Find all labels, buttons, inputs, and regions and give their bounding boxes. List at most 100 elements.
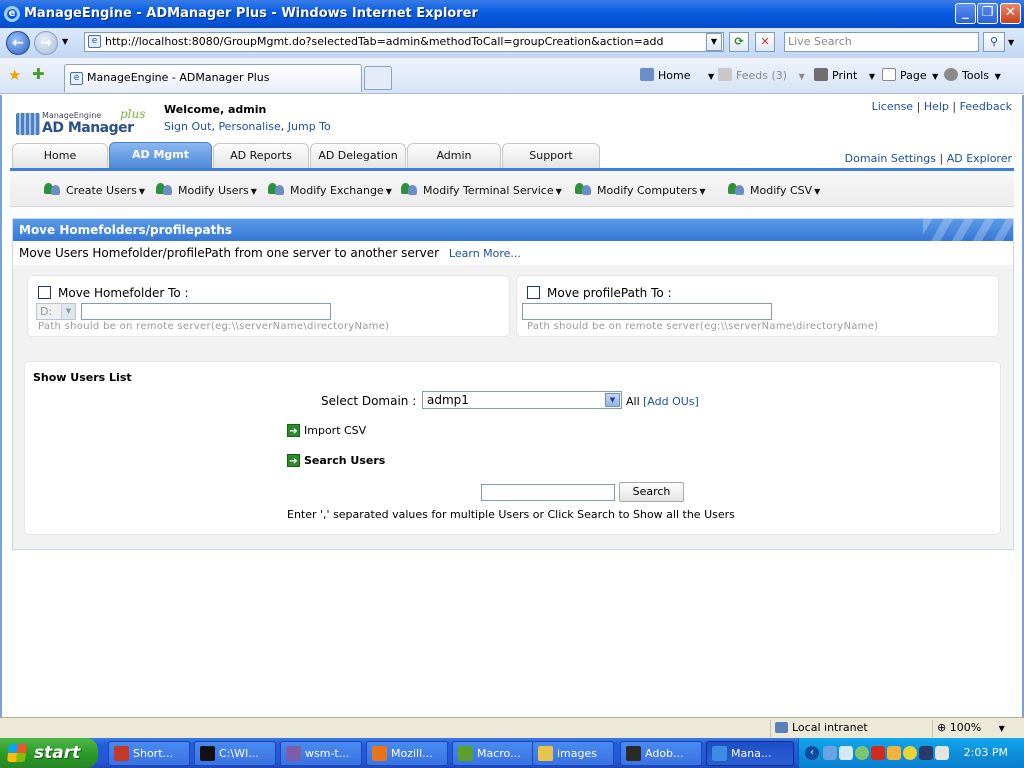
window-title-bar: e ManageEngine - ADManager Plus - Window… [0, 0, 1024, 28]
volume-icon[interactable] [839, 746, 853, 760]
zoom-icon: ⊕ [937, 721, 947, 734]
users-icon [44, 182, 62, 196]
admanager-logo: ManageEngine AD Manager plus [16, 107, 146, 147]
personalise-link[interactable]: Personalise [218, 120, 280, 133]
start-button[interactable]: start [0, 738, 98, 768]
maximize-button[interactable]: ❐ [977, 3, 998, 24]
antivirus-icon[interactable] [871, 746, 885, 760]
app-icon [626, 746, 641, 761]
home-button[interactable]: Home ▼ [640, 68, 714, 82]
top-links: License | Help | Feedback [872, 100, 1012, 113]
live-search-input[interactable]: Live Search [784, 32, 979, 52]
show-users-list-box: Show Users List Select Domain : admp1 ▼ … [24, 361, 1001, 535]
forward-button[interactable]: → [34, 31, 58, 55]
tab-ad-mgmt[interactable]: AD Mgmt [109, 142, 212, 170]
license-link[interactable]: License [872, 100, 913, 113]
favorites-star-icon[interactable]: ★ [8, 66, 21, 84]
homefolder-hint: Path should be on remote server(eg:\\ser… [38, 321, 390, 332]
app-icon [114, 746, 129, 761]
domain-settings-link[interactable]: Domain Settings [845, 152, 936, 165]
security-shield-icon[interactable] [903, 746, 917, 760]
tab-admin[interactable]: Admin [407, 143, 501, 168]
taskbar-item-label: Mana... [731, 747, 772, 760]
learn-more-link[interactable]: Learn More... [449, 247, 521, 260]
submenu-modify-terminal-service[interactable]: Modify Terminal Service ▼ [401, 182, 562, 197]
taskbar-item[interactable]: Mozill... [366, 741, 448, 766]
taskbar-item[interactable]: images [532, 741, 614, 766]
history-dropdown-icon[interactable]: ▼ [62, 37, 68, 46]
window-title: ManageEngine - ADManager Plus - Windows … [24, 6, 478, 21]
chevron-down-icon: ▼ [605, 393, 620, 407]
taskbar-item[interactable]: Mana... [706, 741, 794, 766]
back-button[interactable]: ← [6, 31, 30, 55]
submenu-modify-computers[interactable]: Modify Computers ▼ [575, 182, 706, 197]
sign-out-link[interactable]: Sign Out [164, 120, 211, 133]
stop-button[interactable]: ✕ [755, 32, 775, 52]
update-icon[interactable] [887, 746, 901, 760]
comma: , [211, 120, 215, 133]
close-button[interactable]: ✕ [1000, 3, 1021, 24]
feeds-button[interactable]: Feeds (3) ▼ [718, 68, 805, 82]
page-menu-button[interactable]: Page ▼ [882, 68, 938, 82]
messenger-icon[interactable] [855, 746, 869, 760]
audio-meter-icon[interactable] [919, 746, 933, 760]
drive-value: D: [40, 305, 53, 318]
address-dropdown-button[interactable]: ▼ [706, 33, 722, 51]
user-links: Sign Out, Personalise, Jump To [164, 120, 331, 133]
search-users-input[interactable] [481, 484, 615, 501]
submenu-modify-csv[interactable]: Modify CSV ▼ [728, 182, 820, 197]
search-help-text: Enter ',' separated values for multiple … [287, 508, 735, 521]
jump-to-link[interactable]: Jump To [288, 120, 331, 133]
taskbar-item[interactable]: wsm-t... [280, 741, 362, 766]
home-icon [640, 68, 654, 81]
taskbar-item[interactable]: C:\WI... [194, 741, 276, 766]
chevron-left-icon[interactable]: ‹ [805, 746, 819, 760]
intranet-icon [775, 722, 788, 733]
import-csv-label: Import CSV [304, 424, 367, 437]
submenu-create-users[interactable]: Create Users ▼ [44, 182, 145, 197]
display-icon[interactable] [935, 746, 949, 760]
logo-product: AD Manager [42, 120, 134, 136]
chevron-down-icon: ▼ [61, 304, 75, 319]
page-label: Page [900, 69, 927, 82]
import-csv-link[interactable]: ➔ Import CSV [287, 424, 366, 437]
tab-home[interactable]: Home [12, 143, 108, 168]
move-profilepath-checkbox[interactable] [527, 286, 540, 299]
homefolder-path-input[interactable] [81, 303, 331, 320]
tab-ad-delegation[interactable]: AD Delegation [310, 143, 406, 168]
address-bar[interactable]: e http://localhost:8080/GroupMgmt.do?sel… [84, 32, 724, 52]
submenu-modify-users[interactable]: Modify Users ▼ [156, 182, 257, 197]
profilepath-input[interactable] [522, 303, 772, 320]
browser-tab[interactable]: e ManageEngine - ADManager Plus [64, 64, 362, 92]
feedback-link[interactable]: Feedback [960, 100, 1012, 113]
zoom-control[interactable]: ⊕ 100% ▼ [932, 720, 1022, 737]
move-homefolder-checkbox[interactable] [38, 286, 51, 299]
add-favorite-icon[interactable]: ✚ [32, 65, 45, 83]
help-link[interactable]: Help [924, 100, 949, 113]
header-decoration [923, 219, 1013, 241]
ad-explorer-link[interactable]: AD Explorer [947, 152, 1012, 165]
taskbar-item[interactable]: Adob... [620, 741, 702, 766]
status-bar: Local intranet ⊕ 100% ▼ [0, 717, 1024, 738]
search-icon[interactable]: ⚲ [983, 32, 1005, 52]
tab-support[interactable]: Support [502, 143, 600, 168]
add-ous-link[interactable]: [Add OUs] [643, 395, 699, 408]
app-icon [286, 746, 301, 761]
submenu-modify-exchange[interactable]: Modify Exchange ▼ [268, 182, 392, 197]
drive-select[interactable]: D: ▼ [36, 303, 76, 320]
taskbar-item[interactable]: Macro... [452, 741, 534, 766]
tab-ad-reports[interactable]: AD Reports [213, 143, 309, 168]
print-button[interactable]: Print ▼ [814, 68, 875, 82]
network-icon[interactable] [823, 746, 837, 760]
taskbar-item[interactable]: Short... [108, 741, 190, 766]
refresh-button[interactable]: ⟳ [729, 32, 749, 52]
search-options-icon[interactable]: ▼ [1008, 38, 1014, 47]
new-tab-button[interactable] [364, 66, 392, 90]
search-users-link[interactable]: ➔ Search Users [287, 454, 385, 467]
submenu-label: Modify Terminal Service [423, 184, 554, 197]
domain-select[interactable]: admp1 ▼ [422, 391, 622, 409]
minimize-button[interactable]: _ [955, 3, 976, 24]
arrow-right-icon: ➔ [287, 424, 300, 437]
tools-menu-button[interactable]: Tools ▼ [944, 68, 1001, 82]
search-button[interactable]: Search [619, 482, 684, 502]
